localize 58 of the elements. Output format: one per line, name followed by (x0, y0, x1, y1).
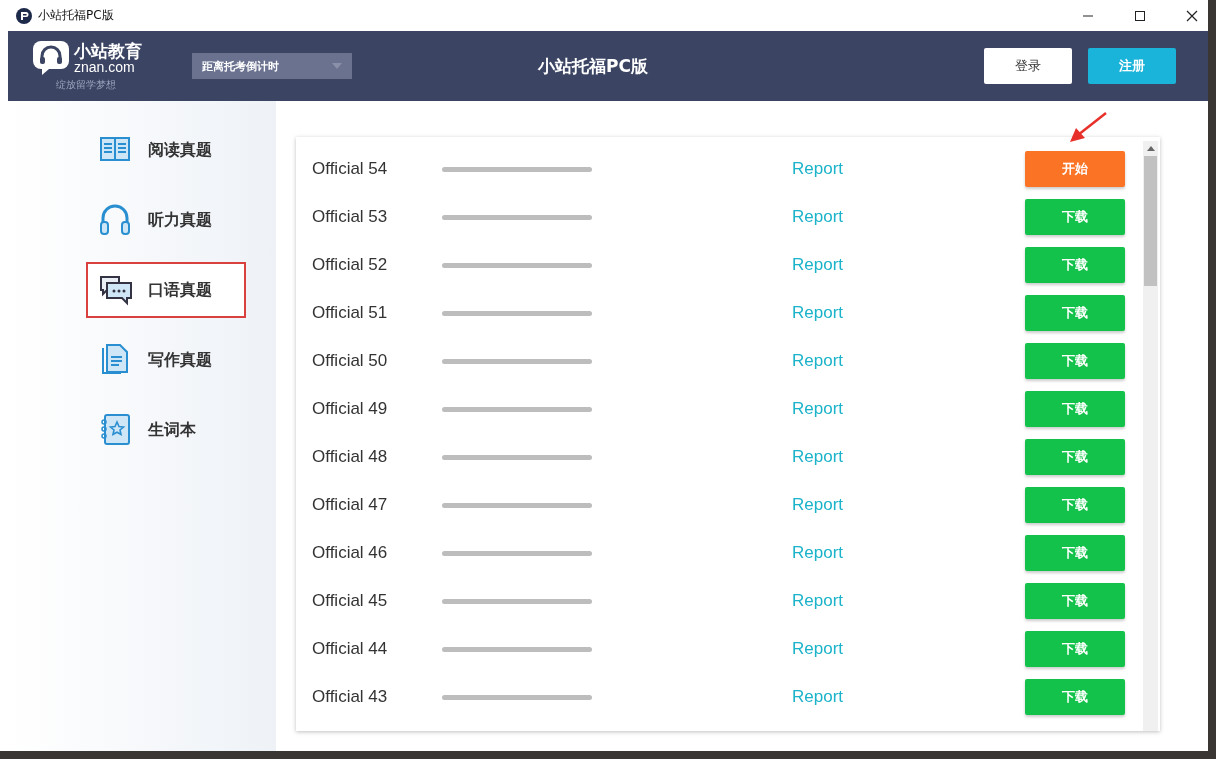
logo-slogan: 绽放留学梦想 (56, 78, 116, 92)
app-logo-icon (16, 7, 32, 24)
report-link[interactable]: Report (792, 591, 1025, 611)
test-name: Official 48 (312, 447, 389, 467)
report-link[interactable]: Report (792, 639, 1025, 659)
annotation-arrow (1068, 111, 1108, 145)
test-name: Official 51 (312, 303, 389, 323)
download-button[interactable]: 下载 (1025, 247, 1125, 283)
sidebar-item[interactable]: 听力真题 (8, 185, 276, 255)
download-button[interactable]: 下载 (1025, 679, 1125, 715)
report-link[interactable]: Report (792, 303, 1025, 323)
report-link[interactable]: Report (792, 543, 1025, 563)
scroll-up-arrow-icon[interactable] (1146, 146, 1155, 151)
headset-chat-logo-icon (32, 40, 70, 76)
logo-name: 小站教育 (74, 42, 142, 60)
app-title: 小站托福PC版 (537, 54, 649, 78)
logo-domain: znan.com (74, 59, 135, 74)
download-button[interactable]: 下载 (1025, 199, 1125, 235)
window-title: 小站托福PC版 (38, 7, 114, 24)
test-name: Official 46 (312, 543, 389, 563)
report-link[interactable]: Report (792, 447, 1025, 467)
report-link[interactable]: Report (792, 255, 1025, 275)
download-button[interactable]: 下载 (1025, 295, 1125, 331)
scrollbar-thumb[interactable] (1144, 156, 1157, 286)
download-button[interactable]: 下载 (1025, 535, 1125, 571)
report-link[interactable]: Report (792, 351, 1025, 371)
sidebar-item[interactable]: 生词本 (8, 395, 276, 465)
test-name: Official 43 (312, 687, 389, 707)
sidebar-item[interactable]: 写作真题 (8, 325, 276, 395)
report-link[interactable]: Report (792, 399, 1025, 419)
test-name: Official 54 (312, 159, 389, 179)
report-link[interactable]: Report (792, 495, 1025, 515)
test-name: Official 50 (312, 351, 389, 371)
download-button[interactable]: 下载 (1025, 439, 1125, 475)
test-name: Official 47 (312, 495, 389, 515)
test-name: Official 45 (312, 591, 389, 611)
report-link[interactable]: Report (792, 687, 1025, 707)
register-button[interactable]: 注册 (1088, 48, 1176, 84)
sidebar-item[interactable]: 口语真题 (86, 262, 246, 318)
download-button[interactable]: 下载 (1025, 487, 1125, 523)
login-button[interactable]: 登录 (984, 48, 1072, 84)
download-button[interactable]: 下载 (1025, 343, 1125, 379)
caret-icon (332, 63, 342, 69)
test-name: Official 49 (312, 399, 389, 419)
test-name: Official 44 (312, 639, 389, 659)
report-link[interactable]: Report (792, 207, 1025, 227)
sidebar-item[interactable]: 阅读真题 (8, 115, 276, 185)
download-button[interactable]: 下载 (1025, 583, 1125, 619)
test-name: Official 52 (312, 255, 389, 275)
download-button[interactable]: 下载 (1025, 631, 1125, 667)
report-link[interactable]: Report (792, 159, 1025, 179)
start-button[interactable]: 开始 (1025, 151, 1125, 187)
countdown-dropdown[interactable]: 距离托考倒计时 (192, 53, 352, 79)
close-icon[interactable] (1186, 9, 1198, 22)
test-name: Official 53 (312, 207, 389, 227)
maximize-icon[interactable] (1134, 9, 1146, 22)
scrollbar[interactable] (1143, 141, 1158, 731)
download-button[interactable]: 下载 (1025, 391, 1125, 427)
